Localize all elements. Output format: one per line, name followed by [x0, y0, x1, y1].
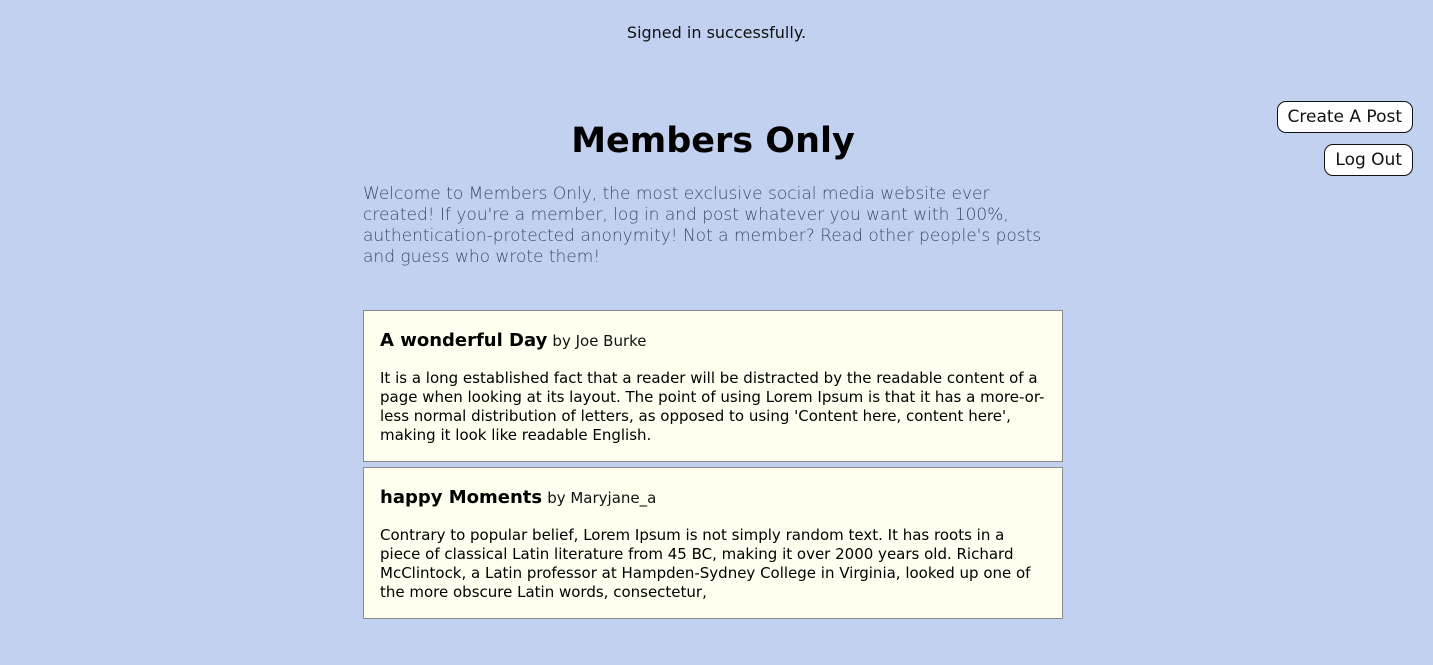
post-author: by Joe Burke — [552, 332, 647, 350]
post-header: happy Moments by Maryjane_a — [380, 486, 1046, 510]
page-title: Members Only — [571, 121, 855, 161]
nav-actions: Create A Post Log Out — [1276, 101, 1413, 176]
post-card: happy Moments by Maryjane_a Contrary to … — [363, 467, 1063, 619]
post-body: It is a long established fact that a rea… — [380, 369, 1045, 444]
post-card: A wonderful Day by Joe Burke It is a lon… — [363, 310, 1063, 462]
post-title: happy Moments — [380, 487, 543, 508]
post-header: A wonderful Day by Joe Burke — [380, 329, 1046, 353]
create-post-button[interactable]: Create A Post — [1276, 101, 1413, 133]
post-body: Contrary to popular belief, Lorem Ipsum … — [380, 526, 1031, 601]
post-title: A wonderful Day — [380, 330, 548, 351]
flash-notice: Signed in successfully. — [626, 23, 807, 42]
log-out-button[interactable]: Log Out — [1324, 144, 1413, 176]
page: Signed in successfully. Create A Post Lo… — [0, 0, 1433, 665]
intro-text: Welcome to Members Only, the most exclus… — [363, 184, 1042, 267]
post-list: A wonderful Day by Joe Burke It is a lon… — [363, 310, 1063, 619]
main-content: Members Only Welcome to Members Only, th… — [363, 118, 1063, 619]
post-author: by Maryjane_a — [547, 489, 657, 507]
